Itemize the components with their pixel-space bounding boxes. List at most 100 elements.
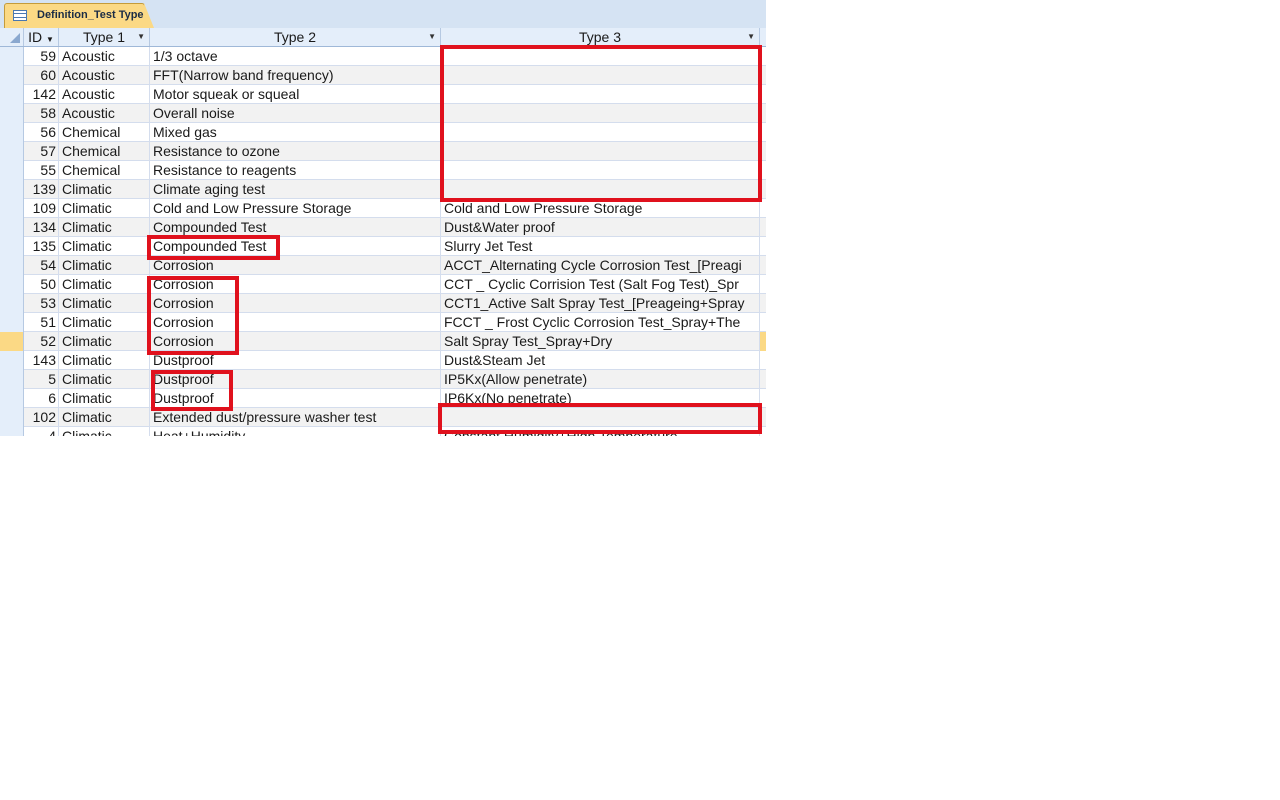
- table-row[interactable]: 56 Chemical Mixed gas: [0, 123, 766, 142]
- cell-type2[interactable]: Dustproof: [150, 370, 441, 389]
- cell-id[interactable]: 57: [24, 142, 59, 161]
- table-row[interactable]: 134 Climatic Compounded Test Dust&Water pro…: [0, 218, 766, 237]
- cell-type1[interactable]: Climatic: [59, 427, 150, 436]
- cell-id[interactable]: 109: [24, 199, 59, 218]
- record-selector[interactable]: [0, 47, 24, 66]
- cell-id[interactable]: 142: [24, 85, 59, 104]
- cell-id[interactable]: 51: [24, 313, 59, 332]
- filter-dropdown-icon[interactable]: ▼: [137, 28, 145, 46]
- cell-type1[interactable]: Climatic: [59, 332, 150, 351]
- cell-type2[interactable]: Resistance to reagents: [150, 161, 441, 180]
- cell-id[interactable]: 59: [24, 47, 59, 66]
- table-row[interactable]: 59 Acoustic 1/3 octave: [0, 47, 766, 66]
- record-selector[interactable]: [0, 85, 24, 104]
- record-selector[interactable]: [0, 427, 24, 436]
- cell-type2[interactable]: Mixed gas: [150, 123, 441, 142]
- cell-id[interactable]: 52: [24, 332, 59, 351]
- table-row[interactable]: 58 Acoustic Overall noise: [0, 104, 766, 123]
- record-selector[interactable]: [0, 180, 24, 199]
- cell-type1[interactable]: Climatic: [59, 237, 150, 256]
- cell-type1[interactable]: Climatic: [59, 275, 150, 294]
- cell-type2[interactable]: Resistance to ozone: [150, 142, 441, 161]
- cell-type1[interactable]: Climatic: [59, 389, 150, 408]
- cell-type1[interactable]: Chemical: [59, 123, 150, 142]
- table-row[interactable]: 135 Climatic Compounded Test Slurry Jet Tes…: [0, 237, 766, 256]
- cell-type2[interactable]: Dustproof: [150, 389, 441, 408]
- cell-type1[interactable]: Acoustic: [59, 47, 150, 66]
- cell-id[interactable]: 6: [24, 389, 59, 408]
- record-selector[interactable]: [0, 351, 24, 370]
- column-header-type3[interactable]: Type 3 ▼: [441, 28, 760, 46]
- cell-type3[interactable]: Salt Spray Test_Spray+Dry: [441, 332, 760, 351]
- cell-type2[interactable]: Heat+Humidity: [150, 427, 441, 436]
- cell-type3[interactable]: [441, 161, 760, 180]
- cell-type1[interactable]: Acoustic: [59, 66, 150, 85]
- cell-type3[interactable]: CCT _ Cyclic Corrision Test (Salt Fog Te…: [441, 275, 760, 294]
- cell-id[interactable]: 143: [24, 351, 59, 370]
- table-row[interactable]: 142 Acoustic Motor squeak or squeal: [0, 85, 766, 104]
- cell-type3[interactable]: [441, 85, 760, 104]
- table-row[interactable]: 102 Climatic Extended dust/pressure washer…: [0, 408, 766, 427]
- sort-arrow-icon[interactable]: ▼: [46, 35, 54, 44]
- cell-type2[interactable]: Compounded Test: [150, 237, 441, 256]
- record-selector[interactable]: [0, 123, 24, 142]
- cell-id[interactable]: 5: [24, 370, 59, 389]
- cell-type1[interactable]: Climatic: [59, 351, 150, 370]
- record-selector[interactable]: [0, 142, 24, 161]
- cell-type2[interactable]: Corrosion: [150, 275, 441, 294]
- cell-type1[interactable]: Climatic: [59, 294, 150, 313]
- cell-type2[interactable]: Dustproof: [150, 351, 441, 370]
- cell-type2[interactable]: Corrosion: [150, 332, 441, 351]
- cell-type3[interactable]: Constant Humidity+High Temperature: [441, 427, 760, 436]
- column-header-type2[interactable]: Type 2 ▼: [150, 28, 441, 46]
- record-selector[interactable]: [0, 256, 24, 275]
- cell-type2[interactable]: Cold and Low Pressure Storage: [150, 199, 441, 218]
- cell-id[interactable]: 139: [24, 180, 59, 199]
- cell-type3[interactable]: [441, 142, 760, 161]
- cell-type2[interactable]: Corrosion: [150, 294, 441, 313]
- cell-id[interactable]: 58: [24, 104, 59, 123]
- cell-type3[interactable]: IP5Kx(Allow penetrate): [441, 370, 760, 389]
- cell-type2[interactable]: Motor squeak or squeal: [150, 85, 441, 104]
- record-selector[interactable]: [0, 218, 24, 237]
- cell-type3[interactable]: Slurry Jet Test: [441, 237, 760, 256]
- cell-id[interactable]: 54: [24, 256, 59, 275]
- cell-type1[interactable]: Chemical: [59, 161, 150, 180]
- cell-type1[interactable]: Climatic: [59, 180, 150, 199]
- column-header-id[interactable]: ID ▼: [24, 28, 59, 46]
- record-selector[interactable]: [0, 275, 24, 294]
- table-row[interactable]: 6 Climatic Dustproof IP6Kx(No penetrate): [0, 389, 766, 408]
- cell-type3[interactable]: [441, 47, 760, 66]
- cell-type1[interactable]: Climatic: [59, 256, 150, 275]
- cell-id[interactable]: 53: [24, 294, 59, 313]
- cell-type3[interactable]: [441, 123, 760, 142]
- cell-id[interactable]: 102: [24, 408, 59, 427]
- table-row[interactable]: 139 Climatic Climate aging test: [0, 180, 766, 199]
- record-selector[interactable]: [0, 237, 24, 256]
- record-selector[interactable]: [0, 66, 24, 85]
- cell-id[interactable]: 4: [24, 427, 59, 436]
- table-row[interactable]: 5 Climatic Dustproof IP5Kx(Allow penetrate): [0, 370, 766, 389]
- filter-dropdown-icon[interactable]: ▼: [747, 28, 755, 46]
- record-selector[interactable]: [0, 389, 24, 408]
- cell-type3[interactable]: IP6Kx(No penetrate): [441, 389, 760, 408]
- cell-type1[interactable]: Climatic: [59, 408, 150, 427]
- record-selector[interactable]: [0, 408, 24, 427]
- table-row[interactable]: 57 Chemical Resistance to ozone: [0, 142, 766, 161]
- cell-type3[interactable]: ACCT_Alternating Cycle Corrosion Test_[P…: [441, 256, 760, 275]
- cell-type1[interactable]: Climatic: [59, 199, 150, 218]
- cell-type3[interactable]: CCT1_Active Salt Spray Test_[Preageing+S…: [441, 294, 760, 313]
- column-header-type1[interactable]: Type 1 ▼: [59, 28, 150, 46]
- cell-type1[interactable]: Acoustic: [59, 85, 150, 104]
- cell-type2[interactable]: Climate aging test: [150, 180, 441, 199]
- table-row[interactable]: 50 Climatic Corrosion CCT _ Cyclic Corrisio…: [0, 275, 766, 294]
- cell-type2[interactable]: Overall noise: [150, 104, 441, 123]
- cell-id[interactable]: 60: [24, 66, 59, 85]
- table-row[interactable]: 52 Climatic Corrosion Salt Spray Test_Spray…: [0, 332, 766, 351]
- record-selector[interactable]: [0, 161, 24, 180]
- cell-type3[interactable]: [441, 66, 760, 85]
- select-all-button[interactable]: [0, 28, 24, 46]
- table-row[interactable]: 60 Acoustic FFT(Narrow band frequency): [0, 66, 766, 85]
- cell-type2[interactable]: Extended dust/pressure washer test: [150, 408, 441, 427]
- cell-type3[interactable]: Cold and Low Pressure Storage: [441, 199, 760, 218]
